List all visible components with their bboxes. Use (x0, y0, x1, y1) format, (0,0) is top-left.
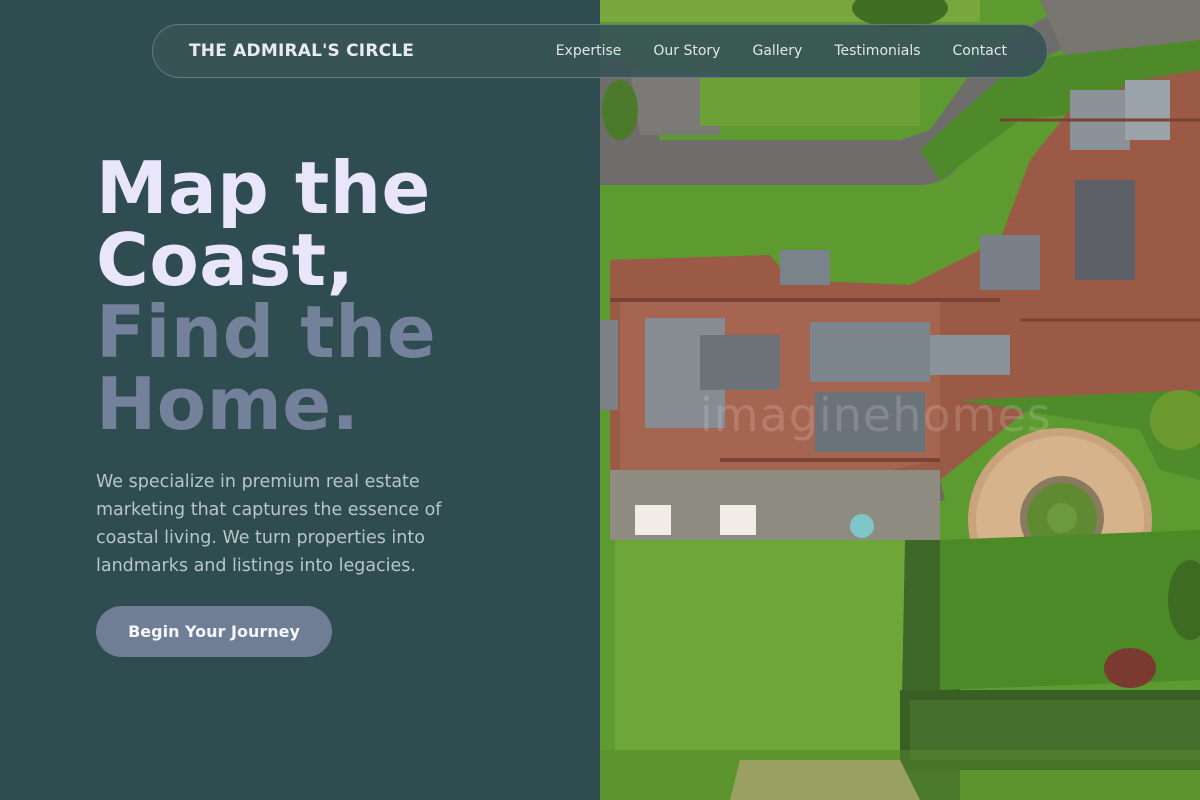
nav-links: Expertise Our Story Gallery Testimonials… (540, 43, 1023, 59)
hero-description: We specialize in premium real estate mar… (96, 472, 442, 576)
nav-link-expertise[interactable]: Expertise (540, 43, 638, 59)
hero-title: Map the Coast, Find the Home. (96, 152, 436, 440)
brand-logo[interactable]: THE ADMIRAL'S CIRCLE (189, 41, 414, 61)
nav-link-our-story[interactable]: Our Story (637, 43, 736, 59)
hero-title-line-2: Coast, (96, 218, 355, 302)
hero-title-line-4: Home. (96, 362, 360, 446)
nav-link-contact[interactable]: Contact (937, 43, 1023, 59)
aerial-property-image: imaginehomes (600, 0, 1200, 800)
image-watermark: imaginehomes (700, 388, 1052, 442)
nav-link-testimonials[interactable]: Testimonials (818, 43, 936, 59)
nav-link-gallery[interactable]: Gallery (736, 43, 818, 59)
hero-title-line-1: Map the (96, 146, 431, 230)
navbar: THE ADMIRAL'S CIRCLE Expertise Our Story… (152, 24, 1048, 78)
begin-journey-button[interactable]: Begin Your Journey (96, 606, 332, 657)
hero-title-line-3: Find the (96, 290, 437, 374)
